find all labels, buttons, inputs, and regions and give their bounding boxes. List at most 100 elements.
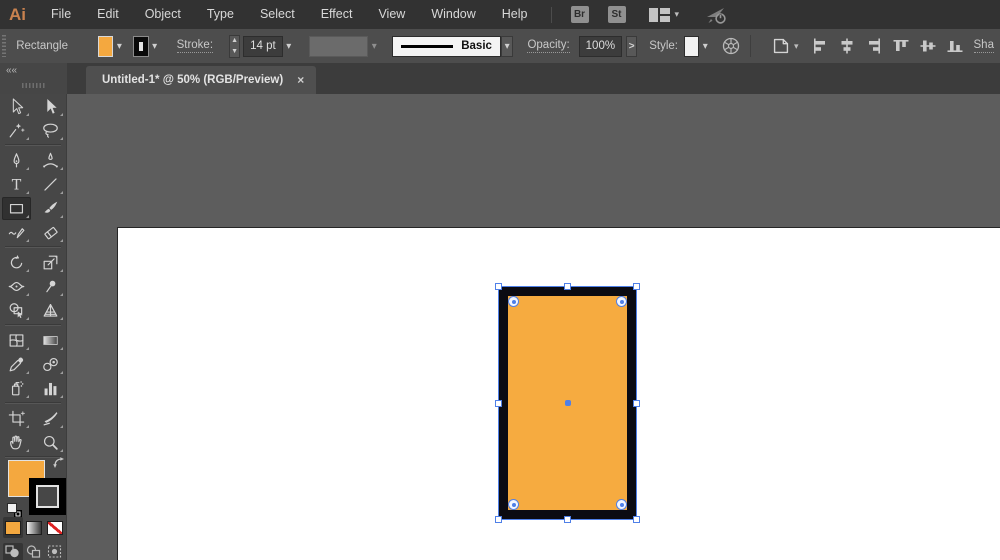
gradient-button[interactable]: [24, 517, 44, 538]
align-vertical-center-button[interactable]: [919, 37, 937, 55]
stroke-weight-dropdown[interactable]: [283, 36, 295, 57]
color-button[interactable]: [3, 517, 23, 538]
collapse-panel-button[interactable]: ««: [6, 65, 17, 76]
eyedropper-tool[interactable]: [2, 353, 31, 376]
chevron-down-icon: ▾: [675, 10, 680, 19]
zoom-tool[interactable]: [36, 431, 65, 454]
document-setup-button[interactable]: ▾: [770, 35, 799, 57]
draw-normal-button[interactable]: [3, 543, 23, 560]
graphic-style-swatch[interactable]: [684, 36, 699, 57]
recolor-artwork-button[interactable]: [721, 36, 741, 56]
direct-selection-tool[interactable]: [36, 95, 65, 118]
selection-handle-ne[interactable]: [633, 283, 640, 290]
magic-wand-tool[interactable]: [2, 119, 31, 142]
hand-tool[interactable]: [2, 431, 31, 454]
perspective-grid-tool[interactable]: [36, 299, 65, 322]
selection-handle-e[interactable]: [633, 400, 640, 407]
scale-tool[interactable]: [36, 251, 65, 274]
profile-dropdown[interactable]: [501, 36, 514, 57]
active-tool-label: Rectangle: [16, 40, 68, 52]
fill-color-dropdown[interactable]: [113, 36, 125, 57]
brush-definition-dropdown: [368, 36, 380, 57]
selection-handle-s[interactable]: [564, 516, 571, 523]
corner-widget-bottom-left[interactable]: [508, 499, 519, 510]
shaper-tool[interactable]: [2, 221, 31, 244]
swap-fill-stroke-icon[interactable]: [52, 456, 65, 469]
pen-tool[interactable]: [2, 149, 31, 172]
document-tab[interactable]: Untitled-1* @ 50% (RGB/Preview) ×: [86, 66, 316, 94]
draw-behind-button[interactable]: [24, 543, 44, 560]
stroke-weight-stepper[interactable]: ▲▼: [229, 35, 240, 58]
lasso-tool[interactable]: [36, 119, 65, 142]
panel-grip[interactable]: [22, 83, 46, 88]
controlbar-separator: [750, 35, 751, 57]
align-top-button[interactable]: [892, 37, 910, 55]
selection-handle-nw[interactable]: [495, 283, 502, 290]
opacity-panel-link[interactable]: Opacity:: [527, 39, 569, 53]
shape-builder-tool[interactable]: [2, 299, 31, 322]
default-fill-stroke-icon[interactable]: [7, 503, 22, 518]
menu-select[interactable]: Select: [247, 0, 308, 29]
corner-widget-top-right[interactable]: [616, 296, 627, 307]
corner-widget-bottom-right[interactable]: [616, 499, 627, 510]
eraser-tool[interactable]: [36, 221, 65, 244]
type-tool[interactable]: T: [2, 173, 31, 196]
menu-view[interactable]: View: [365, 0, 418, 29]
puppet-warp-tool[interactable]: [36, 275, 65, 298]
menu-type[interactable]: Type: [194, 0, 247, 29]
tool-group-separator: [5, 324, 61, 326]
rectangle-tool[interactable]: [2, 197, 31, 220]
shape-panel-link[interactable]: Sha: [974, 39, 994, 53]
close-tab-button[interactable]: ×: [297, 73, 304, 87]
opacity-input[interactable]: 100%: [579, 36, 622, 57]
mesh-tool[interactable]: [2, 329, 31, 352]
symbol-sprayer-tool[interactable]: [2, 377, 31, 400]
stroke-proxy-swatch[interactable]: [29, 478, 66, 515]
artboard-tool[interactable]: [2, 407, 31, 430]
align-horizontal-center-button[interactable]: [838, 37, 856, 55]
align-left-button[interactable]: [811, 37, 829, 55]
column-graph-tool[interactable]: [36, 377, 65, 400]
menu-edit[interactable]: Edit: [84, 0, 132, 29]
menu-file[interactable]: File: [38, 0, 84, 29]
stroke-panel-link[interactable]: Stroke:: [177, 39, 213, 53]
gradient-tool[interactable]: [36, 329, 65, 352]
selection-tool[interactable]: [2, 95, 31, 118]
graphic-style-dropdown[interactable]: [699, 36, 711, 57]
selection-handle-sw[interactable]: [495, 516, 502, 523]
selection-handle-n[interactable]: [564, 283, 571, 290]
bridge-button[interactable]: Br: [571, 6, 589, 23]
app-logo[interactable]: Ai: [9, 5, 26, 25]
fill-color-swatch[interactable]: [98, 36, 113, 57]
rotate-tool[interactable]: [2, 251, 31, 274]
curvature-tool[interactable]: [36, 149, 65, 172]
menu-object[interactable]: Object: [132, 0, 194, 29]
menu-effect[interactable]: Effect: [308, 0, 366, 29]
controlbar-grip[interactable]: [2, 35, 6, 57]
none-button[interactable]: [45, 517, 65, 538]
align-right-button[interactable]: [865, 37, 883, 55]
slice-tool[interactable]: [36, 407, 65, 430]
workspace-switcher[interactable]: ▾: [649, 8, 680, 22]
width-tool[interactable]: [2, 275, 31, 298]
canvas[interactable]: [67, 94, 1000, 560]
stroke-color-dropdown[interactable]: [149, 36, 161, 57]
stock-button[interactable]: St: [608, 6, 626, 23]
center-point[interactable]: [565, 400, 571, 406]
stroke-weight-input[interactable]: 14 pt: [243, 36, 283, 57]
menu-window[interactable]: Window: [418, 0, 488, 29]
blend-tool[interactable]: [36, 353, 65, 376]
variable-width-profile[interactable]: Basic: [392, 36, 501, 57]
stroke-color-swatch[interactable]: [133, 36, 148, 57]
paintbrush-tool[interactable]: [36, 197, 65, 220]
selection-handle-se[interactable]: [633, 516, 640, 523]
gpu-performance-icon[interactable]: [705, 5, 729, 25]
align-bottom-button[interactable]: [946, 37, 964, 55]
opacity-more-button[interactable]: >: [626, 36, 637, 57]
line-segment-tool[interactable]: [36, 173, 65, 196]
selection-handle-w[interactable]: [495, 400, 502, 407]
draw-inside-button[interactable]: [45, 543, 65, 560]
selected-rectangle[interactable]: [499, 287, 636, 519]
menu-help[interactable]: Help: [489, 0, 541, 29]
corner-widget-top-left[interactable]: [508, 296, 519, 307]
